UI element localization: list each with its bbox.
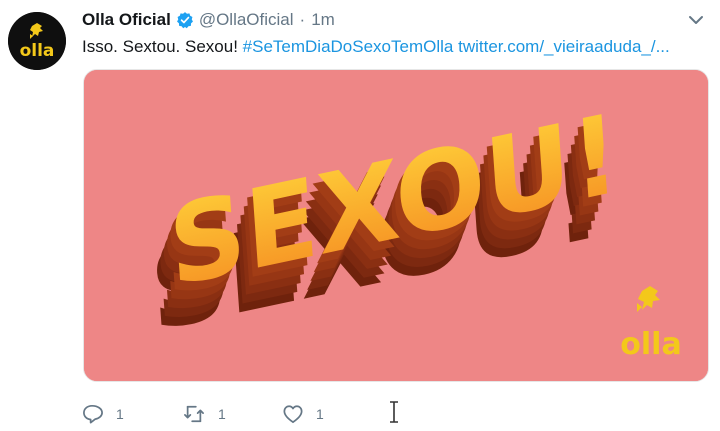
olla-logo-icon: olla xyxy=(8,12,66,70)
verified-badge-icon xyxy=(176,12,193,29)
url-link[interactable]: twitter.com/_vieiraaduda_/... xyxy=(458,37,670,56)
display-name[interactable]: Olla Oficial xyxy=(82,10,171,30)
tweet-body-text: Isso. Sextou. Sexou! xyxy=(82,37,243,56)
tweet-actions: 1 1 1 xyxy=(82,402,382,426)
sexou-artwork: SEXOU! SEXOU! SEXOU! SEXOU! SEXOU! SEXOU… xyxy=(84,70,708,381)
retweet-count: 1 xyxy=(218,406,226,422)
retweet-button[interactable]: 1 xyxy=(182,404,282,424)
media-image[interactable]: SEXOU! SEXOU! SEXOU! SEXOU! SEXOU! SEXOU… xyxy=(83,69,709,382)
hashtag-link[interactable]: #SeTemDiaDoSexoTemOlla xyxy=(243,37,454,56)
reply-icon xyxy=(83,404,103,424)
reply-button[interactable]: 1 xyxy=(82,404,182,424)
separator-dot: · xyxy=(299,10,306,29)
timestamp[interactable]: 1m xyxy=(311,10,335,30)
tweet-text: Isso. Sextou. Sexou! #SeTemDiaDoSexoTemO… xyxy=(82,36,702,58)
reply-count: 1 xyxy=(116,406,124,422)
heart-icon xyxy=(283,405,303,424)
tweet-header: Olla Oficial @OllaOficial · 1m xyxy=(82,8,335,32)
like-count: 1 xyxy=(316,406,324,422)
svg-text:olla: olla xyxy=(20,41,55,61)
tweet[interactable]: olla Olla Oficial @OllaOficial · 1m Isso… xyxy=(0,0,720,431)
retweet-icon xyxy=(184,405,204,423)
chevron-down-icon[interactable] xyxy=(688,14,704,26)
text-cursor-icon xyxy=(390,401,398,423)
like-button[interactable]: 1 xyxy=(282,404,382,424)
brand-wordmark: olla xyxy=(620,327,681,362)
avatar[interactable]: olla xyxy=(8,12,66,70)
handle[interactable]: @OllaOficial xyxy=(199,10,294,30)
